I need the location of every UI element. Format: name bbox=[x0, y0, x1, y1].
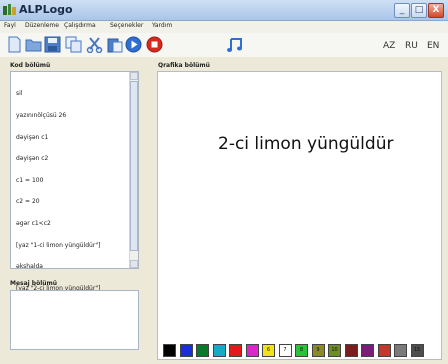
scroll-up-arrow-icon[interactable] bbox=[130, 72, 138, 80]
color-swatch[interactable]: 6 bbox=[262, 344, 275, 357]
color-swatch[interactable] bbox=[394, 344, 407, 357]
menu-options[interactable]: Seçenekler bbox=[110, 22, 143, 29]
message-panel-label: Mesaj bölümü bbox=[10, 280, 58, 287]
stop-icon[interactable] bbox=[146, 36, 163, 53]
color-swatch[interactable] bbox=[361, 344, 374, 357]
color-swatch[interactable]: 7 bbox=[278, 344, 292, 357]
lang-ru[interactable]: RU bbox=[405, 41, 418, 51]
lang-az[interactable]: AZ bbox=[383, 41, 395, 51]
code-panel-label: Kod bölümü bbox=[10, 62, 51, 69]
save-icon[interactable] bbox=[44, 36, 61, 53]
maximize-button[interactable]: □ bbox=[411, 3, 427, 18]
scroll-down-arrow-icon[interactable] bbox=[130, 260, 138, 268]
color-swatch[interactable] bbox=[229, 344, 242, 357]
title-bar: ALPLogo _ □ X bbox=[0, 0, 448, 21]
graphics-canvas[interactable]: 2-ci limon yüngüldür bbox=[157, 71, 442, 360]
message-area[interactable] bbox=[10, 290, 139, 350]
new-file-icon[interactable] bbox=[6, 36, 23, 53]
code-line: dəyişən c2 bbox=[16, 155, 49, 163]
menu-run[interactable]: Çalışdırma bbox=[64, 22, 96, 29]
color-swatch[interactable] bbox=[245, 344, 259, 357]
scrollbar-thumb[interactable] bbox=[130, 81, 138, 251]
music-note-icon[interactable] bbox=[226, 36, 243, 53]
code-line: əkshalda bbox=[16, 263, 43, 271]
color-swatch[interactable] bbox=[163, 344, 176, 357]
color-swatch[interactable]: 8 bbox=[295, 344, 308, 357]
menu-help[interactable]: Yardım bbox=[152, 22, 172, 29]
cut-icon[interactable] bbox=[86, 36, 103, 53]
app-logo-icon bbox=[3, 4, 16, 15]
close-button[interactable]: X bbox=[428, 3, 444, 18]
menu-file[interactable]: Fayl bbox=[4, 22, 16, 29]
color-swatch[interactable] bbox=[196, 344, 209, 357]
color-swatch[interactable]: 9 bbox=[311, 344, 325, 357]
code-line: yazınınölçüsü 26 bbox=[16, 112, 67, 120]
code-line: sil bbox=[16, 90, 23, 98]
minimize-button[interactable]: _ bbox=[394, 3, 410, 18]
canvas-output-text: 2-ci limon yüngüldür bbox=[218, 134, 394, 154]
menu-bar: Fayl Düzenleme Çalışdırma Seçenekler Yar… bbox=[0, 21, 448, 33]
color-swatch[interactable] bbox=[179, 344, 193, 357]
lang-en[interactable]: EN bbox=[427, 41, 439, 51]
code-line: əgər c1<c2 bbox=[16, 220, 51, 228]
menu-edit[interactable]: Düzenleme bbox=[25, 22, 59, 29]
paste-icon[interactable] bbox=[106, 36, 123, 53]
code-scrollbar[interactable] bbox=[129, 72, 138, 268]
color-swatch[interactable]: 10 bbox=[328, 344, 341, 357]
code-line: c2 = 20 bbox=[16, 198, 40, 206]
copy-icon[interactable] bbox=[65, 36, 82, 53]
color-swatch[interactable] bbox=[212, 344, 226, 357]
code-text[interactable]: sil yazınınölçüsü 26 dəyişən c1 dəyişən … bbox=[16, 76, 100, 307]
toolbar: AZ RU EN bbox=[0, 33, 448, 57]
code-line: [yaz "1-ci limon yüngüldür"] bbox=[16, 241, 101, 249]
color-swatch[interactable] bbox=[344, 344, 358, 357]
run-icon[interactable] bbox=[125, 36, 142, 53]
code-editor[interactable]: sil yazınınölçüsü 26 dəyişən c1 dəyişən … bbox=[10, 71, 139, 292]
graphics-panel-label: Qrafika bölümü bbox=[158, 62, 210, 69]
open-folder-icon[interactable] bbox=[25, 36, 42, 53]
code-line: c1 = 100 bbox=[16, 176, 44, 184]
window-title: ALPLogo bbox=[19, 3, 73, 16]
color-swatch[interactable]: 15 bbox=[410, 344, 424, 357]
code-line: dəyişən c1 bbox=[16, 133, 49, 141]
color-swatch[interactable] bbox=[377, 344, 391, 357]
